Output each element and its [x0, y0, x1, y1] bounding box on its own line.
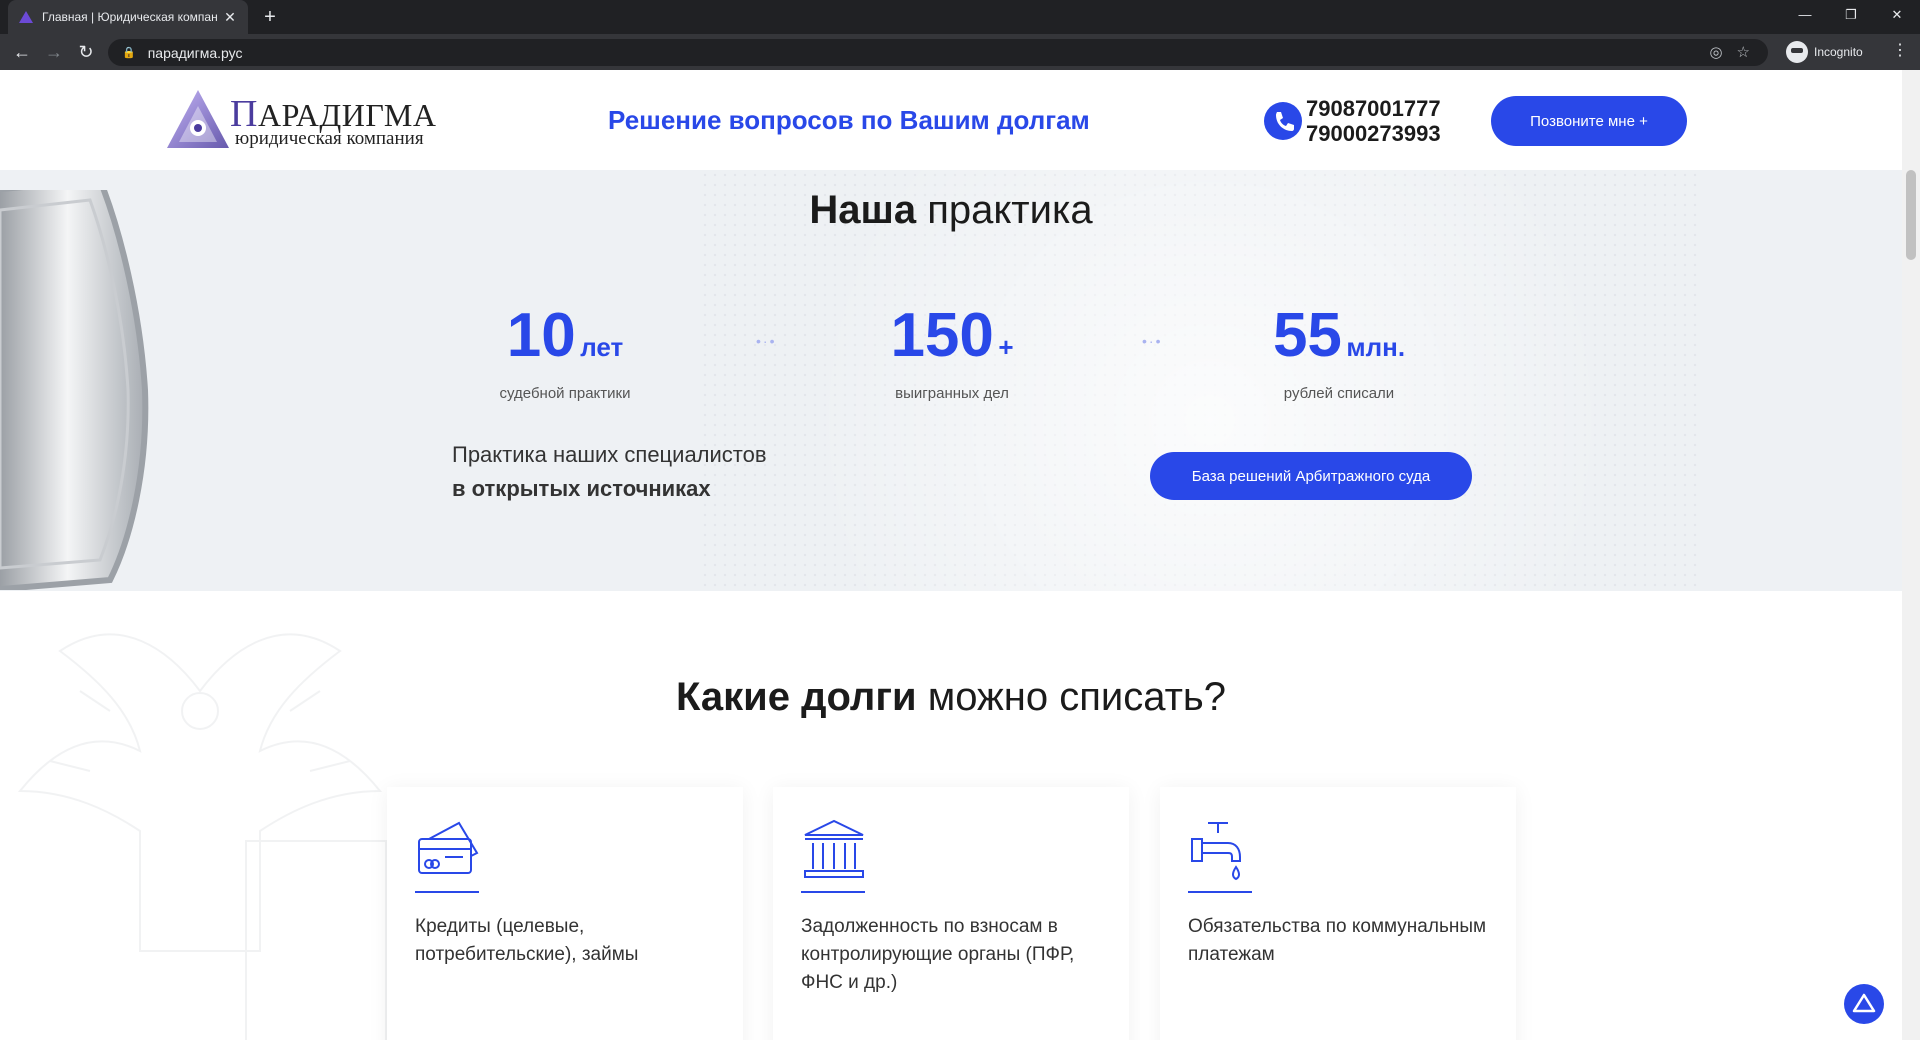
debt-card-taxes[interactable]: Задолженность по взносам в контролирующи… [773, 787, 1129, 1040]
water-tap-icon [1191, 822, 1241, 881]
page-scrollbar[interactable] [1902, 70, 1920, 1040]
dots-separator: •·• [1142, 333, 1163, 349]
credit-card-icon [418, 821, 479, 874]
card-text: Кредиты (целевые, потребительские), займ… [415, 916, 639, 965]
browser-tab[interactable]: Главная | Юридическая компан ✕ [8, 0, 248, 34]
tab-close-icon[interactable]: ✕ [222, 9, 238, 26]
dots-separator: •·• [756, 333, 777, 349]
practice-description: Практика наших специалистов в открытых и… [452, 442, 767, 501]
practice-title: Наша практика [809, 188, 1093, 232]
stat-caption: судебной практики [499, 385, 631, 402]
debt-card-credits[interactable]: Кредиты (целевые, потребительские), займ… [387, 787, 743, 1040]
stat-millions: 55 млн. рублей списали [1209, 300, 1469, 402]
card-underline [415, 891, 479, 893]
close-window-icon[interactable]: ✕ [1874, 0, 1920, 34]
header-slogan: Решение вопросов по Вашим долгам [608, 105, 1090, 135]
tracking-blocked-icon[interactable]: ◎ [1709, 43, 1722, 61]
card-text: Задолженность по взносам в контролирующи… [801, 916, 1075, 993]
debts-title: Какие долги можно списать? [675, 675, 1226, 719]
stat-unit: лет [580, 332, 624, 362]
coat-of-arms-watermark-icon [17, 633, 387, 1040]
stat-years: 10 лет судебной практики [435, 300, 695, 402]
phone-numbers: 79087001777 79000273993 [1306, 96, 1441, 146]
stat-number: 55 [1272, 301, 1342, 370]
card-underline [1188, 891, 1252, 893]
card-underline [801, 891, 865, 893]
triangle-up-icon [1852, 993, 1876, 1013]
incognito-icon [1786, 41, 1808, 63]
browser-tab-strip: Главная | Юридическая компан ✕ + — ❐ ✕ [0, 0, 1920, 34]
site-header: ПАРАДИГМА юридическая компания Решение в… [0, 70, 1902, 170]
page-viewport: ПАРАДИГМА юридическая компания Решение в… [0, 70, 1920, 1040]
phone-number-1[interactable]: 79087001777 [1306, 96, 1441, 121]
address-bar[interactable]: 🔒 парадигма.рус ◎ ☆ [108, 39, 1768, 66]
phone-icon [1264, 102, 1302, 140]
stat-unit: + [998, 332, 1014, 362]
scrollbar-thumb[interactable] [1906, 170, 1916, 260]
logo-triangle-icon [167, 90, 229, 148]
card-text: Обязательства по коммунальным платежам [1188, 916, 1487, 965]
bank-building-icon [804, 819, 864, 878]
bookmark-star-icon[interactable]: ☆ [1737, 43, 1750, 61]
debts-section: Какие долги можно списать? Кредиты (целе… [0, 591, 1902, 1040]
lock-icon: 🔒 [122, 47, 136, 59]
stat-number: 10 [506, 301, 576, 370]
browser-menu-icon[interactable]: ⋮ [1892, 40, 1908, 60]
incognito-label: Incognito [1814, 45, 1863, 59]
scroll-to-top-button[interactable] [1844, 984, 1884, 1024]
reload-icon[interactable]: ↻ [74, 40, 98, 64]
incognito-indicator[interactable]: Incognito [1786, 40, 1863, 64]
logo-subtitle: юридическая компания [235, 128, 424, 149]
minimize-icon[interactable]: — [1782, 0, 1828, 34]
stat-caption: рублей списали [1283, 385, 1395, 402]
arbitration-database-button[interactable]: База решений Арбитражного суда [1150, 452, 1472, 500]
url-text: парадигма.рус [147, 44, 243, 61]
shield-image-icon [0, 190, 149, 590]
practice-section: Наша практика 10 лет судебной практики •… [0, 170, 1902, 591]
tab-title: Главная | Юридическая компан [42, 10, 218, 24]
stat-number: 150 [890, 301, 994, 370]
site-logo[interactable]: ПАРАДИГМА юридическая компания [165, 88, 465, 152]
debt-card-utilities[interactable]: Обязательства по коммунальным платежам [1160, 787, 1516, 1040]
call-me-button[interactable]: Позвоните мне + [1491, 96, 1687, 146]
stat-unit: млн. [1346, 332, 1406, 362]
phone-number-2[interactable]: 79000273993 [1306, 121, 1441, 146]
new-tab-button[interactable]: + [258, 6, 282, 30]
stat-cases: 150 + выигранных дел [822, 300, 1082, 402]
restore-icon[interactable]: ❐ [1828, 0, 1874, 34]
browser-toolbar: ← → ↻ 🔒 парадигма.рус ◎ ☆ Incognito ⋮ [0, 34, 1920, 70]
forward-arrow-icon[interactable]: → [42, 40, 66, 64]
back-arrow-icon[interactable]: ← [10, 40, 34, 64]
site-favicon-icon [19, 11, 33, 23]
stat-caption: выигранных дел [895, 385, 1009, 402]
